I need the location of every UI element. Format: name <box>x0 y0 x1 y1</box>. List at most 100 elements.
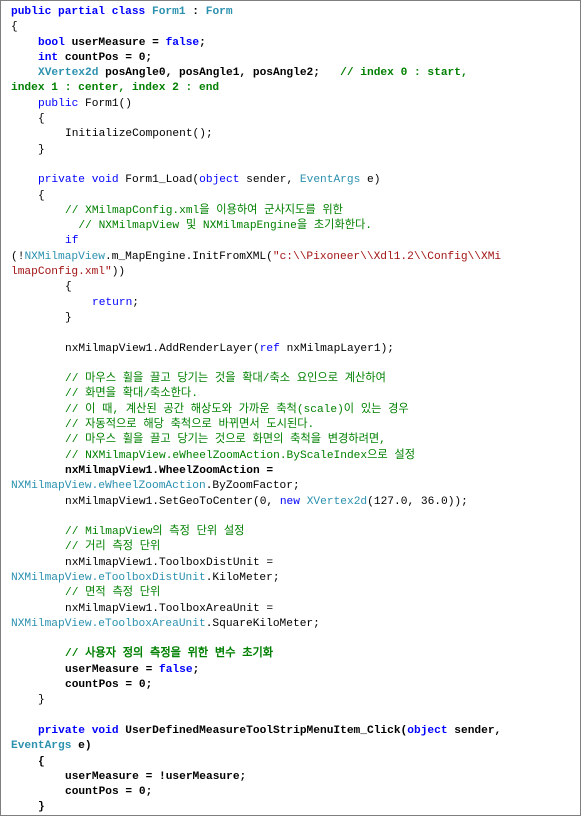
code-token: .m_MapEngine.InitFromXML( <box>105 250 273 263</box>
code-token: .SquareKiloMeter; <box>205 617 320 630</box>
code-token: // XMilmapConfig.xml을 이용하여 군사지도를 위한 <box>65 204 343 217</box>
code-line: nxMilmapView1.ToolboxDistUnit = <box>11 556 576 571</box>
code-line: lmapConfig.xml")) <box>11 265 576 280</box>
code-document-frame: public partial class Form1 : Form{bool u… <box>0 0 581 816</box>
code-token: posAngle0, posAngle1, posAngle2; <box>98 67 341 80</box>
code-token: NXMilmapView.eToolboxAreaUnit <box>11 617 206 630</box>
code-line: InitializeComponent(); <box>11 127 576 142</box>
code-token: EventArgs <box>11 740 72 753</box>
code-token: (127.0, 36.0)); <box>367 495 468 508</box>
code-token: Form1 <box>152 6 186 18</box>
code-line: { <box>11 755 576 770</box>
code-line: // 면적 측정 단위 <box>11 586 576 601</box>
code-line: { <box>11 20 576 35</box>
code-line: public Form1() <box>11 97 576 112</box>
code-token: private void <box>38 174 119 187</box>
code-line: NXMilmapView.eToolboxAreaUnit.SquareKilo… <box>11 617 576 632</box>
code-line: // MilmapView의 측정 단위 설정 <box>11 525 576 540</box>
code-token: // MilmapView의 측정 단위 설정 <box>65 526 245 539</box>
code-token: { <box>11 21 18 34</box>
code-token: // 마우스 휠을 끌고 당기는 것으로 화면의 축척을 변경하려면, <box>65 434 386 447</box>
code-token: // NXMilmapView.eWheelZoomAction.ByScale… <box>65 449 415 462</box>
code-token: sender, <box>447 724 502 737</box>
code-token: userMeasure = <box>64 36 166 49</box>
code-token: bool <box>38 36 65 49</box>
code-token: .ByZoomFactor; <box>205 480 300 493</box>
code-token: ; <box>192 663 200 676</box>
code-token: nxMilmapView1.ToolboxDistUnit = <box>65 556 274 569</box>
code-line: nxMilmapView1.ToolboxAreaUnit = <box>11 602 576 617</box>
code-token: // 마우스 휠을 끌고 당기는 것을 확대/축소 요인으로 계산하여 <box>65 373 386 386</box>
code-token: // 거리 측정 단위 <box>65 541 161 554</box>
code-line: bool userMeasure = false; <box>11 36 576 51</box>
code-token: new <box>279 495 300 508</box>
code-line: } <box>11 311 576 326</box>
code-line: nxMilmapView1.SetGeoToCenter(0, new XVer… <box>11 495 576 510</box>
code-token: // 화면을 확대/축소한다. <box>65 388 198 401</box>
code-token: XVertex2d <box>38 67 99 80</box>
code-token: countPos = 0; <box>65 786 153 799</box>
code-line: EventArgs e) <box>11 739 576 754</box>
code-token: } <box>38 801 45 814</box>
code-listing: public partial class Form1 : Form{bool u… <box>11 5 576 816</box>
code-token: ; <box>132 296 140 309</box>
code-line: NXMilmapView.eToolboxDistUnit.KiloMeter; <box>11 571 576 586</box>
code-token: UserDefinedMeasureToolStripMenuItem_Clic… <box>118 724 408 737</box>
code-token: userMeasure = <box>65 663 159 676</box>
code-line: (!NXMilmapView.m_MapEngine.InitFromXML("… <box>11 250 576 265</box>
code-line: { <box>11 112 576 127</box>
code-token: if <box>65 235 79 248</box>
code-line: // NXMilmapView.eWheelZoomAction.ByScale… <box>11 449 576 464</box>
code-token: // NXMilmapView 및 NXMilmapEngine을 초기화한다. <box>65 220 373 233</box>
code-token: { <box>38 189 45 202</box>
code-token: int <box>38 51 59 64</box>
code-token: nxMilmapView1.SetGeoToCenter(0, <box>65 495 280 508</box>
code-token: // 이 때, 계산된 공간 해상도와 가까운 축척(scale)이 있는 경우 <box>65 403 409 416</box>
code-token: Form <box>205 6 233 18</box>
code-token: )) <box>111 266 126 279</box>
code-token: } <box>38 694 45 707</box>
code-line: NXMilmapView.eWheelZoomAction.ByZoomFact… <box>11 479 576 494</box>
code-token: NXMilmapView.eWheelZoomAction <box>11 480 206 493</box>
code-line: { <box>11 189 576 204</box>
code-line: userMeasure = !userMeasure; <box>11 770 576 785</box>
code-token: NXMilmapView <box>24 250 106 263</box>
code-token: // 사용자 정의 측정을 위한 변수 초기화 <box>65 648 274 661</box>
code-token: public partial class <box>11 6 152 18</box>
code-token: } <box>38 143 45 156</box>
code-line: // NXMilmapView 및 NXMilmapEngine을 초기화한다. <box>11 219 576 234</box>
code-token: nxMilmapView1.WheelZoomAction = <box>65 464 274 477</box>
code-line: } <box>11 143 576 158</box>
code-token: nxMilmapView1.AddRenderLayer( <box>65 342 260 355</box>
code-line: // XMilmapConfig.xml을 이용하여 군사지도를 위한 <box>11 204 576 219</box>
code-line: // 자동적으로 해당 축척으로 바뀌면서 도시된다. <box>11 418 576 433</box>
code-line: // 거리 측정 단위 <box>11 540 576 555</box>
code-line: int countPos = 0; <box>11 51 576 66</box>
code-token: lmapConfig.xml" <box>11 266 112 279</box>
code-line: // 마우스 휠을 끌고 당기는 것을 확대/축소 요인으로 계산하여 <box>11 372 576 387</box>
code-line: // 이 때, 계산된 공간 해상도와 가까운 축척(scale)이 있는 경우 <box>11 403 576 418</box>
code-token: // 자동적으로 해당 축척으로 바뀌면서 도시된다. <box>65 419 315 432</box>
code-token: nxMilmapLayer1); <box>279 342 394 355</box>
code-token: { <box>38 755 45 768</box>
code-token: Form1_Load( <box>118 174 200 187</box>
code-token: object <box>199 174 240 187</box>
code-token: XVertex2d <box>306 495 368 508</box>
code-token: object <box>407 724 448 737</box>
code-token: Form1() <box>78 97 133 110</box>
code-line: index 1 : center, index 2 : end <box>11 81 576 96</box>
code-token: userMeasure = !userMeasure; <box>65 770 247 783</box>
code-line: nxMilmapView1.WheelZoomAction = <box>11 464 576 479</box>
code-line: userMeasure = false; <box>11 663 576 678</box>
code-token: // 면적 측정 단위 <box>65 587 161 600</box>
code-token: false <box>159 663 193 676</box>
code-line: private void Form1_Load(object sender, E… <box>11 173 576 188</box>
code-token: // index 0 : start, <box>340 67 468 80</box>
code-token: InitializeComponent(); <box>65 128 213 141</box>
code-token: index 1 : center, index 2 : end <box>11 82 220 95</box>
code-token: { <box>38 113 45 126</box>
